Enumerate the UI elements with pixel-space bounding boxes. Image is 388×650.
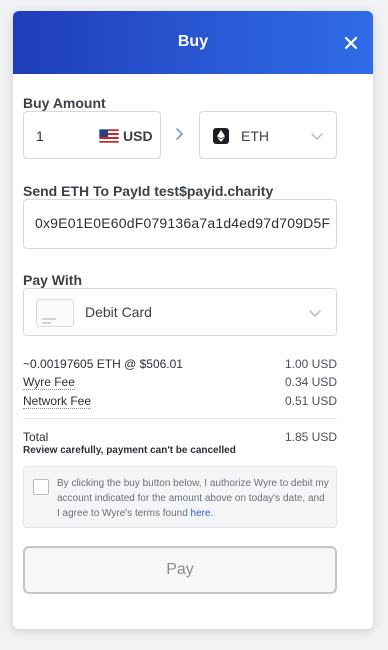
amount-input[interactable]: 1 USD (23, 111, 161, 159)
divider (23, 418, 337, 419)
network-fee-value: 0.51 USD (284, 394, 337, 408)
payment-method-select[interactable]: Debit Card (23, 288, 337, 336)
fiat-currency: USD (123, 128, 153, 144)
total-label: Total (23, 430, 49, 444)
buy-amount-label: Buy Amount (23, 95, 106, 111)
pay-button[interactable]: Pay (23, 546, 337, 594)
card-icon (36, 299, 74, 327)
rate-value: 1.00 USD (284, 357, 337, 371)
chevron-down-icon (309, 310, 321, 318)
consent-box: By clicking the buy button below, I auth… (23, 466, 337, 528)
wallet-address-input[interactable] (35, 215, 331, 231)
warning-text: Review carefully, payment can't be cance… (23, 445, 236, 456)
wyre-fee-label[interactable]: Wyre Fee (23, 375, 75, 390)
modal-header: Buy (13, 11, 373, 74)
consent-checkbox[interactable] (33, 479, 49, 495)
send-to-label: Send ETH To PayId test$payid.charity (23, 183, 274, 199)
pay-with-label: Pay With (23, 272, 82, 288)
rate-label: ~0.00197605 ETH @ $506.01 (23, 357, 183, 371)
close-icon[interactable] (343, 35, 359, 51)
chevron-right-icon (176, 128, 184, 140)
chevron-down-icon (311, 133, 323, 141)
us-flag-icon (99, 129, 119, 143)
eth-icon (213, 128, 229, 144)
consent-text: By clicking the buy button below, I auth… (57, 476, 329, 521)
modal-title: Buy (177, 33, 209, 50)
total-value: 1.85 USD (284, 430, 337, 444)
asset-select[interactable]: ETH (199, 111, 337, 159)
wyre-fee-value: 0.34 USD (284, 375, 337, 389)
terms-link[interactable]: here. (191, 508, 214, 519)
payment-method-label: Debit Card (85, 304, 152, 320)
wallet-address-field[interactable] (23, 199, 337, 249)
network-fee-label[interactable]: Network Fee (23, 394, 92, 409)
amount-value: 1 (36, 128, 44, 144)
asset-name: ETH (241, 128, 269, 144)
